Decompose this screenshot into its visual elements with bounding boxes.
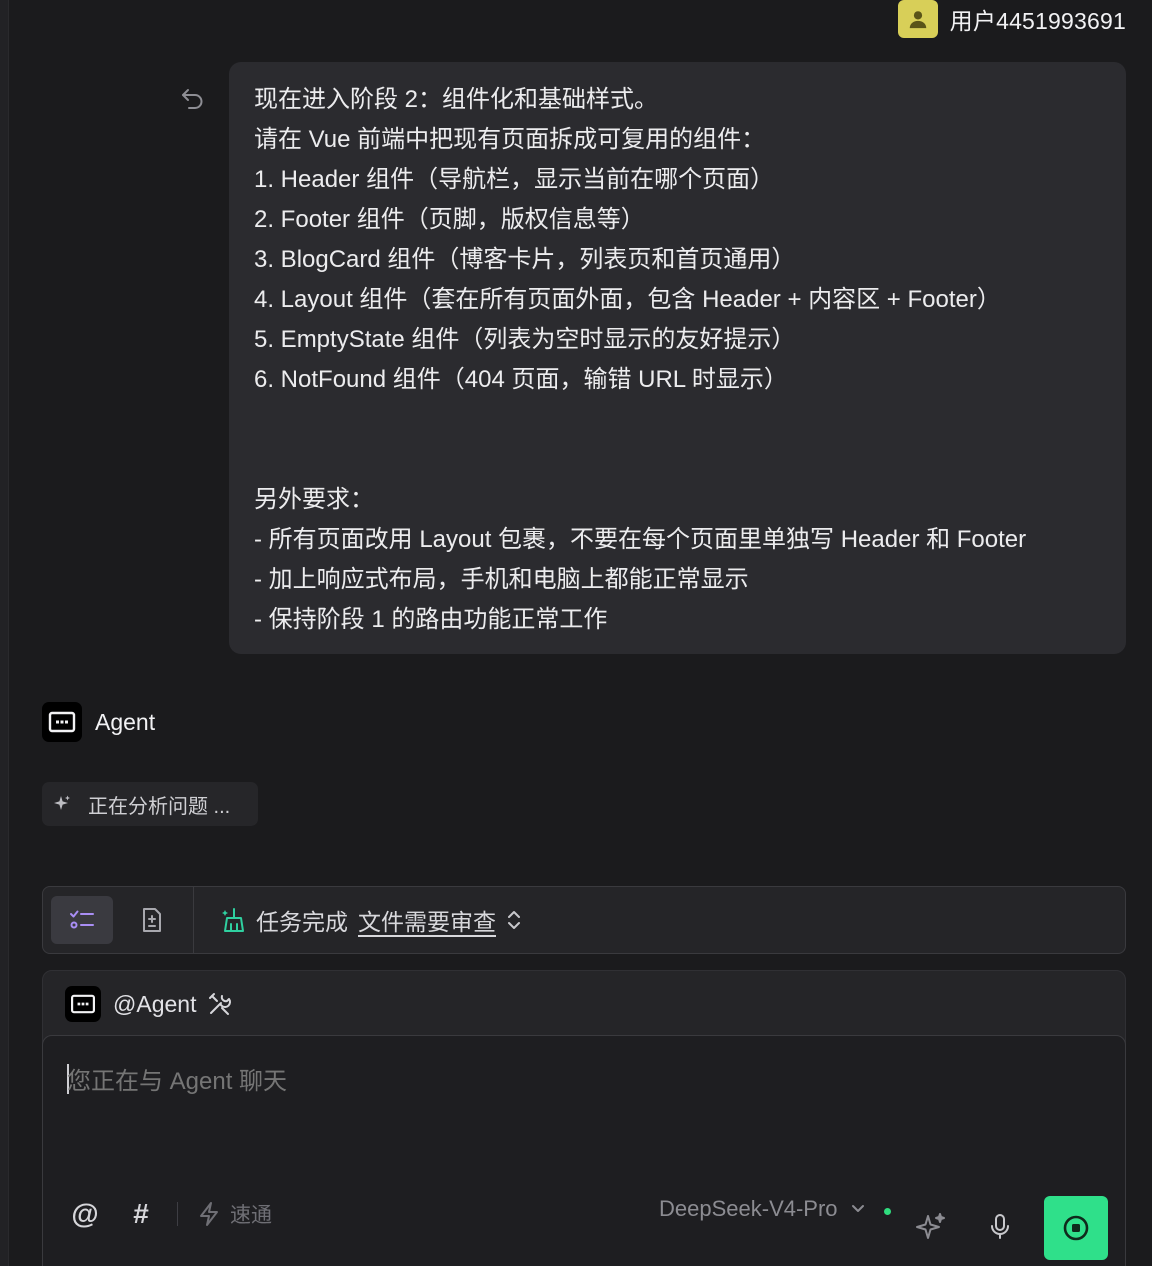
message-line [254,440,1126,480]
tool-separator [177,1202,178,1226]
model-name: DeepSeek-V4-Pro [659,1196,838,1221]
left-rail [0,0,9,1266]
chevron-down-icon [851,1205,864,1212]
tab-tasks[interactable] [51,896,113,944]
message-line: 5. EmptyState 组件（列表为空时显示的友好提示） [254,326,796,353]
checklist-icon [70,910,94,929]
user-avatar[interactable] [897,0,938,38]
hashtag-button[interactable]: # [123,1198,159,1230]
quick-mode-label[interactable]: 速通 [230,1199,272,1229]
composer-header: @Agent [43,971,1125,1037]
stop-icon [1063,1215,1089,1241]
status-label: 任务完成 [256,909,348,935]
agent-header: Agent [42,702,155,742]
thinking-status[interactable]: 正在分析问题 ... [42,782,258,826]
user-name: 用户4451993691 [949,8,1126,34]
bot-icon [42,702,82,742]
thinking-text: 正在分析问题 ... [88,795,231,818]
status-content: 任务完成 文件需要审查 [222,903,522,937]
lightning-icon[interactable] [198,1201,220,1227]
message-line: 现在进入阶段 2：组件化和基础样式。 [254,86,659,113]
chevron-up-down-icon[interactable] [506,908,522,932]
tools-icon[interactable] [208,992,232,1016]
task-status-bar: 任务完成 文件需要审查 [42,886,1126,954]
message-line: 2. Footer 组件（页脚，版权信息等） [254,206,645,233]
message-line: - 保持阶段 1 的路由功能正常工作 [254,606,608,633]
review-files-link[interactable]: 文件需要审查 [358,903,496,937]
file-diff-icon [143,908,161,932]
message-line: 1. Header 组件（导航栏，显示当前在哪个页面） [254,166,775,193]
message-line: 请在 Vue 前端中把现有页面拆成可复用的组件： [254,126,766,153]
message-line: 4. Layout 组件（套在所有页面外面，包含 Header + 内容区 + … [254,286,1001,313]
stop-button[interactable] [1044,1196,1108,1260]
chat-input[interactable] [67,1062,1067,1102]
user-message-bubble: 现在进入阶段 2：组件化和基础样式。 请在 Vue 前端中把现有页面拆成可复用的… [229,62,1126,654]
chat-page: 用户4451993691 现在进入阶段 2：组件化和基础样式。 请在 Vue 前… [0,0,1152,1266]
model-selector[interactable]: DeepSeek-V4-Pro [659,1196,866,1222]
user-header: 用户4451993691 [897,0,1126,38]
status-divider [193,887,194,953]
sparkle-icon [54,795,70,810]
broom-icon [222,908,244,932]
message-line: 6. NotFound 组件（404 页面，输错 URL 时显示） [254,366,788,393]
agent-name: Agent [95,708,156,735]
message-line: 另外要求： [254,486,374,513]
tab-file-diff[interactable] [121,896,183,944]
undo-icon [182,89,203,109]
message-line [254,400,1126,440]
message-line: - 所有页面改用 Layout 包裹，不要在每个页面里单独写 Header 和 … [254,526,1027,553]
microphone-icon[interactable] [989,1212,1011,1242]
message-line: - 加上响应式布局，手机和电脑上都能正常显示 [254,566,749,593]
composer-body: @ # 速通 DeepSeek-V4-Pro [42,1035,1126,1266]
user-icon [909,11,926,29]
agent-mention: @Agent [113,990,197,1017]
sparkle-icon[interactable] [915,1212,947,1244]
model-status-dot [884,1208,891,1215]
mention-button[interactable]: @ [67,1198,103,1230]
chat-composer: @Agent @ # 速通 DeepSeek-V4- [42,970,1126,1266]
bot-icon [65,986,101,1022]
composer-tools: @ # 速通 [67,1198,272,1230]
undo-button[interactable] [178,84,208,112]
message-line: 3. BlogCard 组件（博客卡片，列表页和首页通用） [254,246,796,273]
